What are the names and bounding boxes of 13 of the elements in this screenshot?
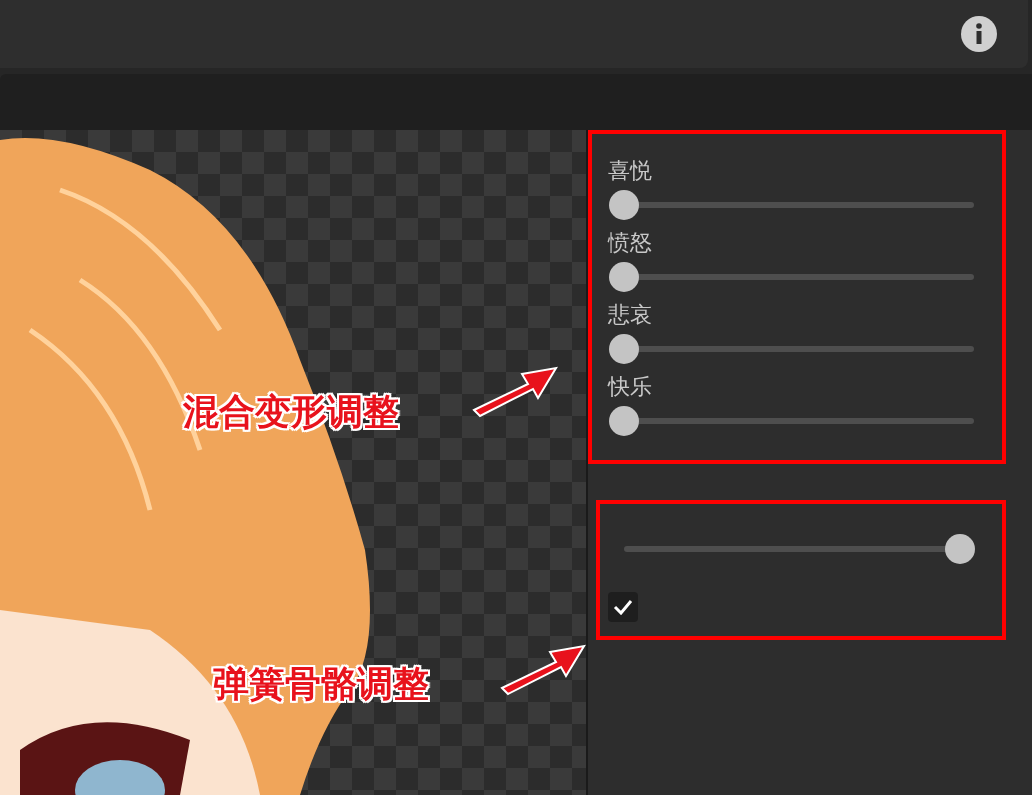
checkbox[interactable] xyxy=(608,592,638,622)
slider-thumb[interactable] xyxy=(609,262,639,292)
annotation-label: 弹簧骨骼调整 xyxy=(213,662,429,706)
slider-thumb[interactable] xyxy=(945,534,975,564)
slider-label: 愤怒 xyxy=(608,230,653,256)
slider-thumb[interactable] xyxy=(609,334,639,364)
checkmark-icon xyxy=(613,599,633,615)
slider-label: 快乐 xyxy=(608,374,653,400)
slider-label: 喜悦 xyxy=(608,158,653,184)
info-icon[interactable] xyxy=(960,15,998,53)
slider-thumb[interactable] xyxy=(609,190,639,220)
slider-label: 悲哀 xyxy=(608,302,653,328)
slider-thumb[interactable] xyxy=(609,406,639,436)
